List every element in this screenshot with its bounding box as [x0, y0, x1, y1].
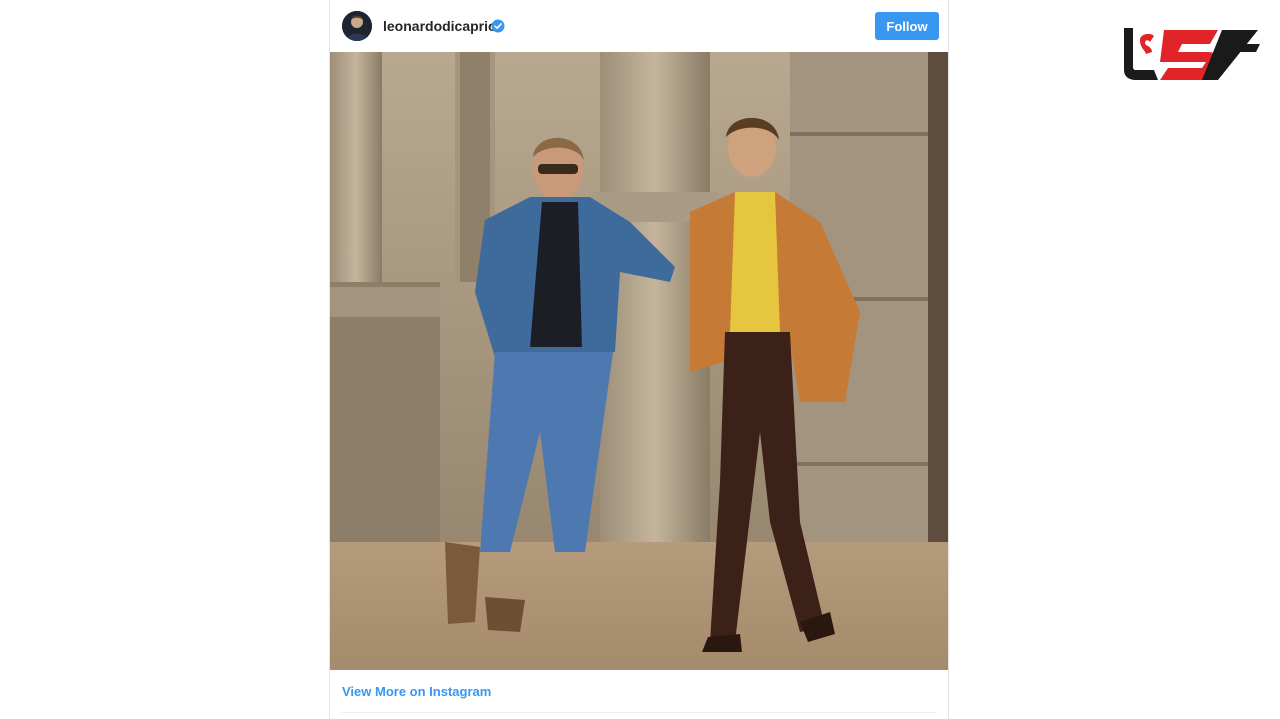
post-header: leonardodicaprio Follow	[330, 0, 948, 52]
username-link[interactable]: leonardodicaprio	[383, 18, 497, 34]
site-logo-mark	[1114, 28, 1260, 80]
view-more-link[interactable]: View More on Instagram	[342, 684, 491, 699]
post-photo-image	[330, 52, 948, 670]
site-logo[interactable]: ل5	[1110, 24, 1262, 84]
follow-button[interactable]: Follow	[875, 12, 939, 40]
verified-badge-icon	[491, 19, 505, 33]
divider	[342, 712, 936, 713]
instagram-embed-card: leonardodicaprio Follow View More on Ins…	[329, 0, 949, 719]
avatar-image	[342, 11, 372, 41]
avatar[interactable]	[342, 11, 372, 41]
post-photo[interactable]	[330, 52, 948, 670]
